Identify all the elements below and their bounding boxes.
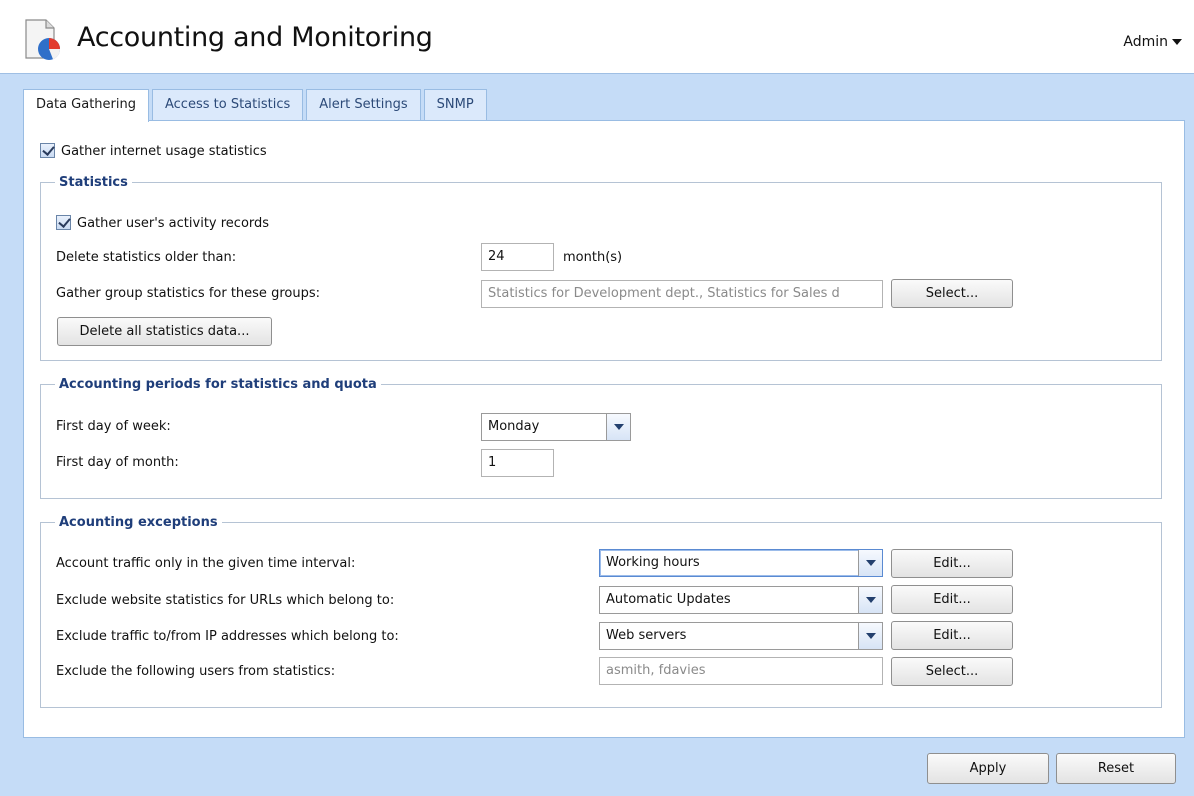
app-header: Accounting and Monitoring Admin — [0, 0, 1194, 74]
tab-bar: Data Gathering Access to Statistics Aler… — [23, 89, 490, 122]
activity-records-checkbox[interactable] — [56, 215, 71, 230]
tab-data-gathering[interactable]: Data Gathering — [23, 89, 149, 122]
reset-button[interactable]: Reset — [1056, 753, 1176, 784]
group-stats-label: Gather group statistics for these groups… — [56, 286, 320, 301]
user-menu-label: Admin — [1123, 34, 1168, 50]
first-day-month-input[interactable]: 1 — [481, 449, 554, 477]
chevron-down-icon[interactable] — [858, 550, 882, 576]
time-interval-value: Working hours — [606, 555, 700, 570]
statistics-legend: Statistics — [59, 175, 128, 190]
gather-usage-checkbox[interactable] — [40, 143, 55, 158]
delete-older-label: Delete statistics older than: — [56, 250, 237, 265]
group-stats-select-button[interactable]: Select... — [891, 279, 1013, 308]
user-exclusion-select-button[interactable]: Select... — [891, 657, 1013, 686]
tab-snmp[interactable]: SNMP — [423, 89, 487, 121]
ip-exclusion-value: Web servers — [606, 628, 687, 643]
activity-records-row: Gather user's activity records — [56, 215, 269, 231]
ip-exclusion-label: Exclude traffic to/from IP addresses whi… — [56, 629, 399, 644]
first-day-week-label: First day of week: — [56, 419, 171, 434]
apply-button[interactable]: Apply — [927, 753, 1049, 784]
activity-records-label: Gather user's activity records — [77, 216, 270, 231]
url-exclusion-value: Automatic Updates — [606, 592, 731, 607]
user-menu[interactable]: Admin — [1123, 34, 1182, 50]
chevron-down-icon[interactable] — [858, 623, 882, 649]
data-gathering-panel: Gather internet usage statistics Statist… — [23, 120, 1185, 738]
ip-exclusion-edit-button[interactable]: Edit... — [891, 621, 1013, 650]
gather-usage-row: Gather internet usage statistics — [40, 143, 267, 159]
delete-older-unit: month(s) — [563, 250, 623, 265]
first-day-week-select[interactable]: Monday — [481, 413, 631, 441]
first-day-month-label: First day of month: — [56, 455, 179, 470]
group-stats-input[interactable]: Statistics for Development dept., Statis… — [481, 280, 883, 308]
ip-exclusion-select[interactable]: Web servers — [599, 622, 883, 650]
user-exclusion-input[interactable]: asmith, fdavies — [599, 657, 883, 685]
time-interval-select[interactable]: Working hours — [599, 549, 883, 577]
time-interval-edit-button[interactable]: Edit... — [891, 549, 1013, 578]
tab-alert-settings[interactable]: Alert Settings — [306, 89, 421, 121]
time-interval-label: Account traffic only in the given time i… — [56, 556, 356, 571]
accounting-app-icon — [25, 19, 61, 60]
url-exclusion-select[interactable]: Automatic Updates — [599, 586, 883, 614]
chevron-down-icon — [1172, 39, 1182, 45]
delete-all-statistics-button[interactable]: Delete all statistics data... — [57, 317, 272, 346]
url-exclusion-label: Exclude website statistics for URLs whic… — [56, 593, 395, 608]
first-day-week-value: Monday — [488, 419, 540, 434]
delete-older-input[interactable]: 24 — [481, 243, 554, 271]
accounting-exceptions-legend: Acounting exceptions — [59, 515, 218, 530]
accounting-periods-legend: Accounting periods for statistics and qu… — [59, 377, 377, 392]
chevron-down-icon[interactable] — [858, 587, 882, 613]
chevron-down-icon[interactable] — [606, 414, 630, 440]
user-exclusion-label: Exclude the following users from statist… — [56, 664, 336, 679]
url-exclusion-edit-button[interactable]: Edit... — [891, 585, 1013, 614]
gather-usage-label: Gather internet usage statistics — [61, 144, 267, 159]
tab-access-to-statistics[interactable]: Access to Statistics — [152, 89, 304, 121]
app-title: Accounting and Monitoring — [77, 22, 433, 53]
